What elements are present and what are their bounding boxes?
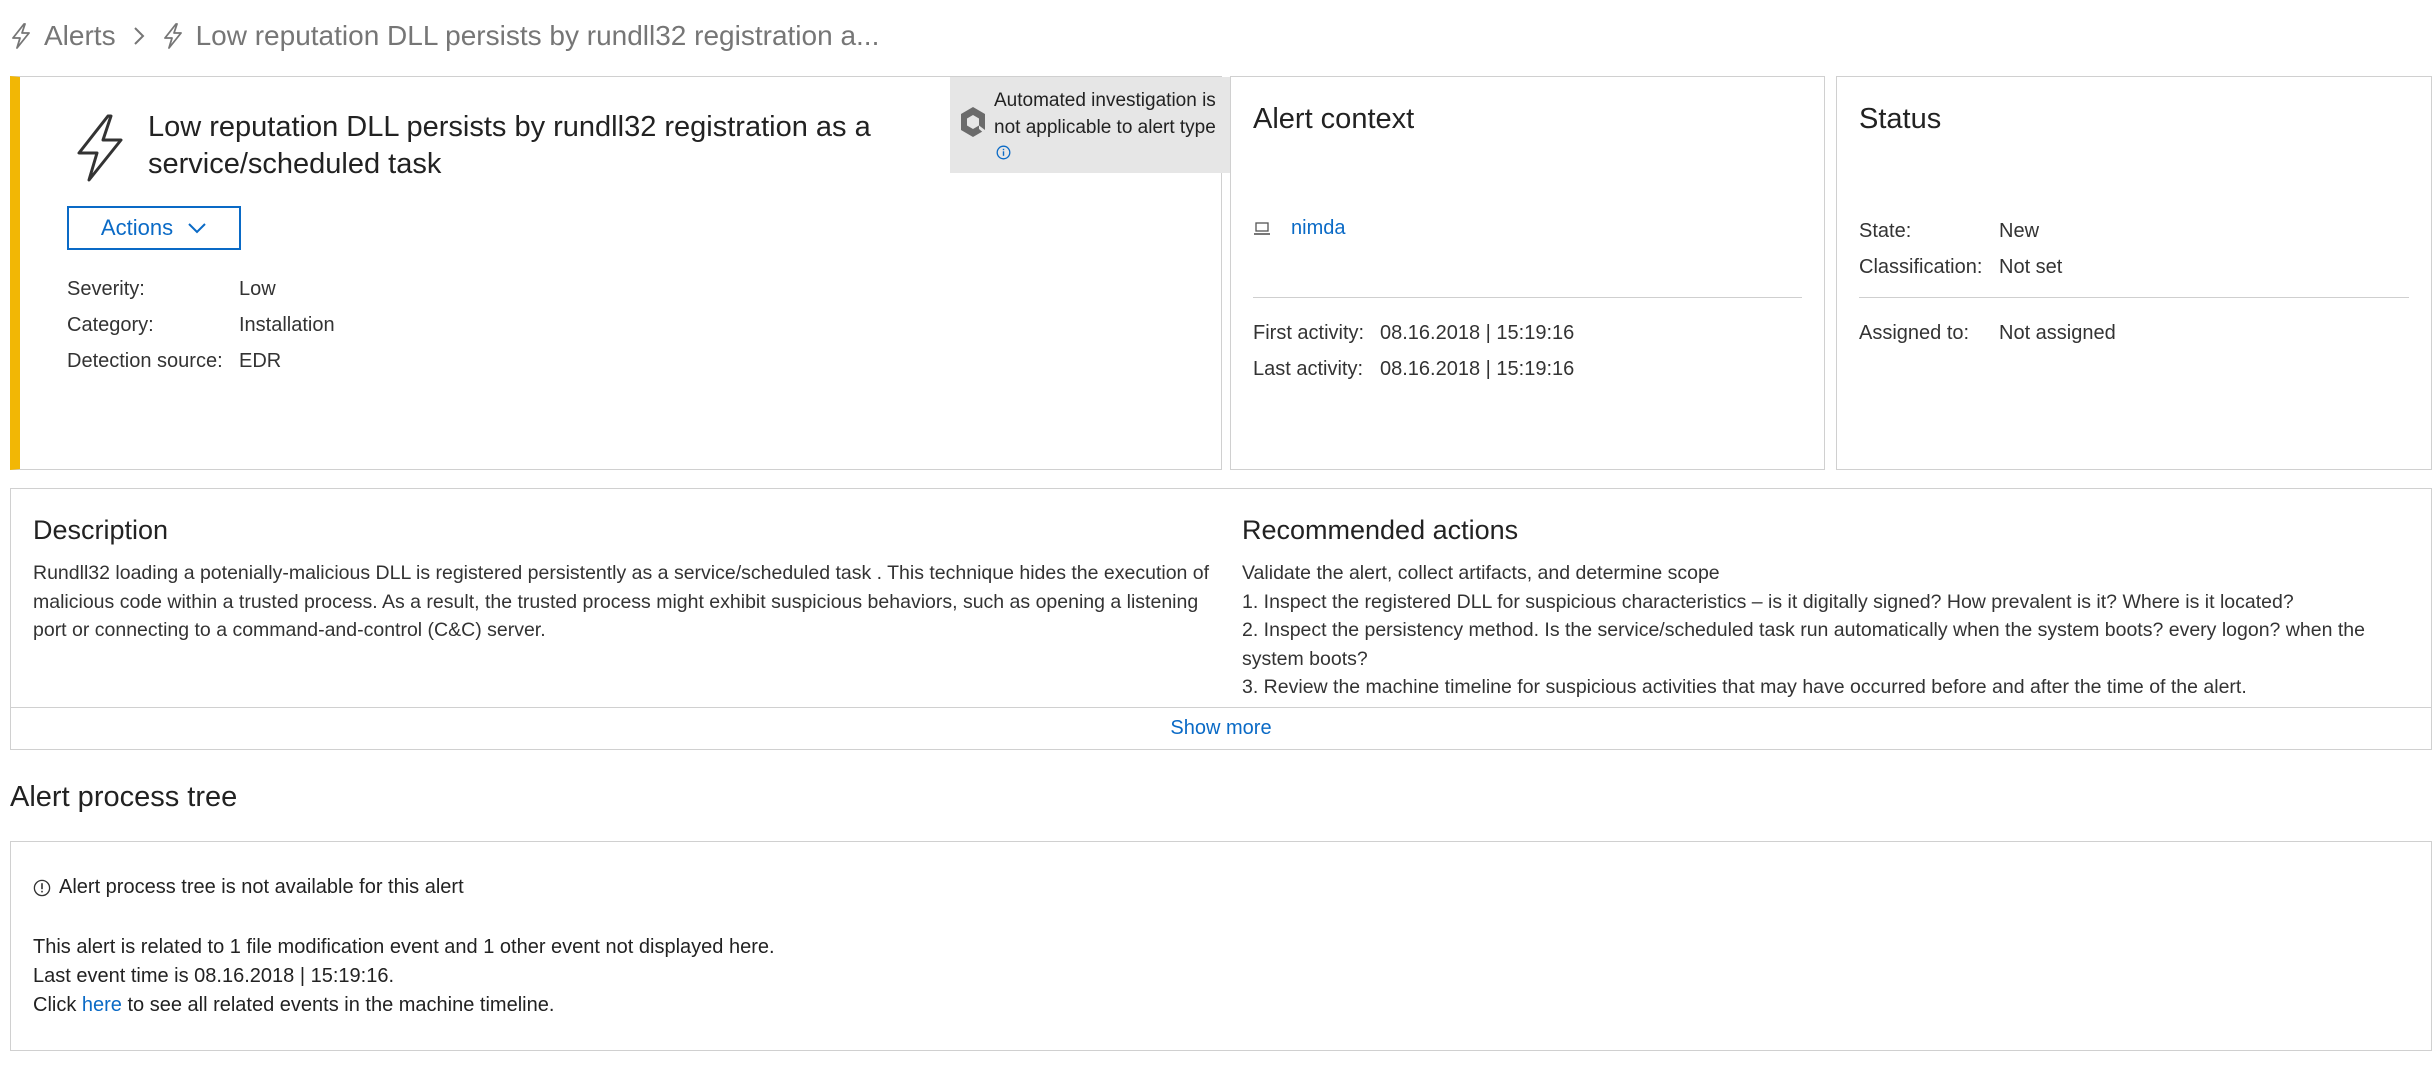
assignment-details: Assigned to: Not assigned: [1859, 315, 2116, 351]
divider: [1859, 297, 2409, 298]
description-card: Description Rundll32 loading a poteniall…: [10, 488, 2432, 750]
severity-row: Severity: Low: [67, 271, 335, 307]
assigned-row: Assigned to: Not assigned: [1859, 315, 2116, 351]
process-tree-title: Alert process tree: [10, 781, 238, 813]
status-card: Status State: New Classification: Not se…: [1836, 76, 2432, 470]
recommended-action-item: 3. Review the machine timeline for suspi…: [1242, 676, 2247, 698]
breadcrumb-current: Low reputation DLL persists by rundll32 …: [195, 20, 880, 51]
state-details: State: New Classification: Not set: [1859, 213, 2062, 285]
category-value: Installation: [239, 314, 335, 336]
info-icon[interactable]: [996, 145, 1011, 160]
classification-label: Classification:: [1859, 256, 1983, 278]
show-more-label: Show more: [1170, 717, 1272, 739]
related-events-text: This alert is related to 1 file modifica…: [33, 936, 775, 958]
classification-value: Not set: [1999, 256, 2063, 278]
first-activity-value: 08.16.2018 | 15:19:16: [1380, 322, 1575, 344]
first-activity-row: First activity: 08.16.2018 | 15:19:16: [1253, 315, 1574, 351]
divider: [1253, 297, 1802, 298]
category-row: Category: Installation: [67, 307, 335, 343]
machine-row: nimda: [1253, 217, 1345, 240]
breadcrumb: Alerts Low reputation DLL persists by ru…: [10, 16, 879, 56]
lightning-icon: [163, 23, 182, 49]
recommended-actions-title: Recommended actions: [1242, 515, 1519, 545]
recommended-actions-list: Validate the alert, collect artifacts, a…: [1242, 559, 2417, 702]
alert-context-title: Alert context: [1253, 103, 1415, 135]
recommended-action-item: 2. Inspect the persistency method. Is th…: [1242, 619, 2365, 670]
detection-source-row: Detection source: EDR: [67, 343, 335, 379]
laptop-icon: [1254, 221, 1270, 235]
last-activity-label: Last activity:: [1253, 358, 1364, 380]
lightning-icon: [77, 114, 123, 182]
hexagon-icon: [961, 107, 985, 137]
alert-title: Low reputation DLL persists by rundll32 …: [148, 111, 871, 180]
severity-value: Low: [239, 278, 276, 300]
description-text: Rundll32 loading a potenially-malicious …: [33, 562, 1210, 641]
timeline-hint-prefix: Click: [33, 994, 82, 1016]
activity-details: First activity: 08.16.2018 | 15:19:16 La…: [1253, 315, 1574, 387]
alert-context-card: Alert context nimda First activity: 08.1…: [1230, 76, 1825, 470]
actions-button-label: Actions: [100, 215, 174, 240]
chevron-down-icon: [188, 223, 206, 234]
breadcrumb-alerts-link[interactable]: Alerts: [44, 20, 116, 52]
last-activity-row: Last activity: 08.16.2018 | 15:19:16: [1253, 351, 1574, 387]
category-label: Category:: [67, 314, 154, 336]
classification-row: Classification: Not set: [1859, 249, 2062, 285]
info-icon: [33, 879, 51, 896]
detection-source-value: EDR: [239, 350, 282, 372]
alert-summary-card: Low reputation DLL persists by rundll32 …: [10, 76, 1231, 470]
process-tree-details: This alert is related to 1 file modifica…: [33, 933, 775, 1020]
last-activity-value: 08.16.2018 | 15:19:16: [1380, 358, 1575, 380]
process-tree-note-text: Alert process tree is not available for …: [59, 876, 464, 898]
description-title: Description: [33, 515, 169, 545]
state-row: State: New: [1859, 213, 2062, 249]
actions-button[interactable]: Actions: [67, 206, 241, 250]
timeline-hint-suffix: to see all related events in the machine…: [121, 994, 555, 1016]
automated-investigation-banner: Automated investigation is not applicabl…: [950, 77, 1231, 173]
recommended-action-item: Validate the alert, collect artifacts, a…: [1242, 562, 1720, 584]
assigned-value: Not assigned: [1999, 322, 2116, 344]
process-tree-card: Alert process tree is not available for …: [10, 841, 2432, 1051]
recommended-action-item: 1. Inspect the registered DLL for suspic…: [1242, 590, 2294, 613]
timeline-hint: Click here to see all related events in …: [33, 991, 775, 1020]
first-activity-label: First activity:: [1253, 322, 1365, 344]
show-more-button[interactable]: Show more: [11, 707, 2431, 749]
severity-label: Severity:: [67, 278, 145, 300]
assigned-label: Assigned to:: [1859, 322, 1970, 344]
automated-investigation-text: Automated investigation is not applicabl…: [994, 90, 1216, 138]
state-value: New: [1999, 220, 2040, 242]
detection-source-label: Detection source:: [67, 350, 223, 372]
chevron-right-icon: [133, 27, 144, 45]
timeline-here-link[interactable]: here: [82, 994, 122, 1016]
process-tree-note: Alert process tree is not available for …: [33, 876, 464, 899]
status-title: Status: [1859, 103, 1942, 135]
last-event-time-text: Last event time is 08.16.2018 | 15:19:16…: [33, 965, 394, 987]
state-label: State:: [1859, 220, 1912, 242]
machine-link[interactable]: nimda: [1291, 217, 1345, 240]
alert-details: Severity: Low Category: Installation Det…: [67, 271, 335, 379]
lightning-icon: [12, 23, 30, 49]
